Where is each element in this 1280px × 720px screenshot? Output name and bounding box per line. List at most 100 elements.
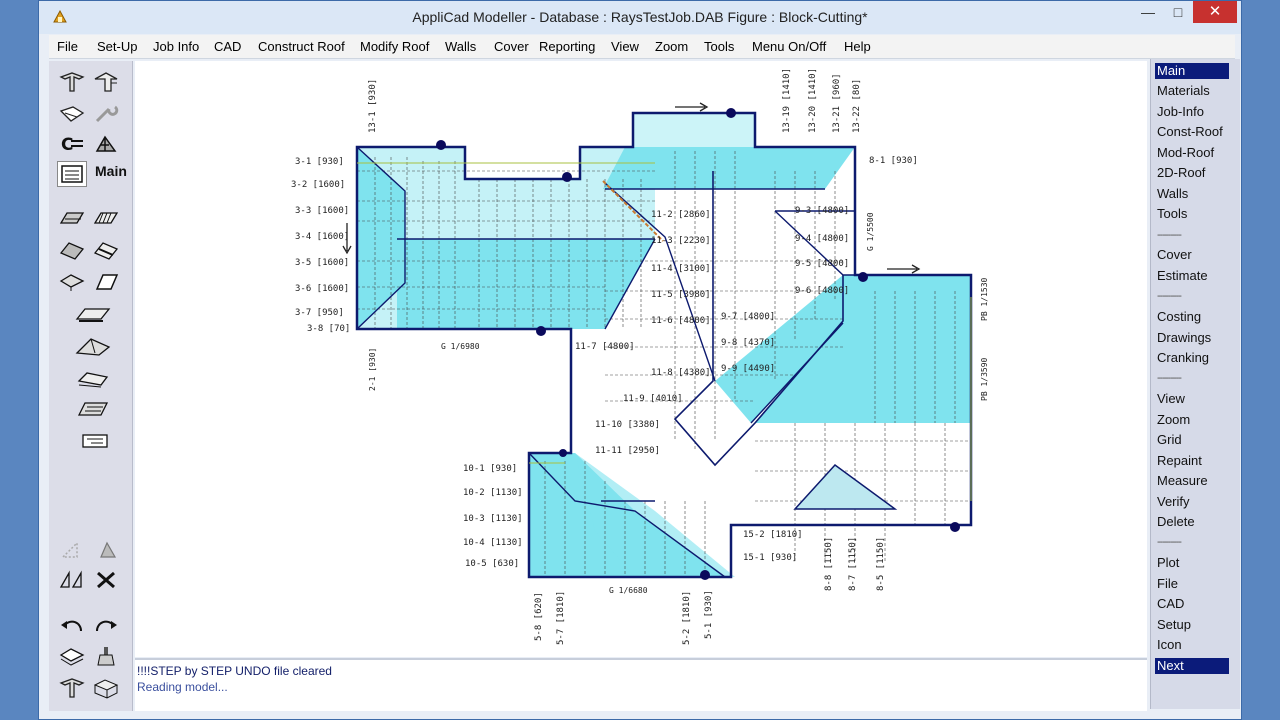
open-box-icon[interactable]	[91, 675, 121, 701]
sheet-icon[interactable]	[57, 101, 87, 127]
tool-palette: C Main	[49, 61, 133, 711]
cmd-repaint[interactable]: Repaint	[1155, 453, 1229, 469]
menu-zoom[interactable]: Zoom	[655, 39, 688, 54]
svg-text:3-5 [1600]: 3-5 [1600]	[295, 258, 349, 268]
wrench-icon[interactable]	[91, 101, 121, 127]
status-message: !!!!STEP by STEP UNDO file cleared	[137, 664, 332, 678]
cmd-cad[interactable]: CAD	[1155, 596, 1229, 612]
cmd-drawings[interactable]: Drawings	[1155, 330, 1229, 346]
menu-separator: ---------	[1157, 229, 1182, 241]
cmd-cranking[interactable]: Cranking	[1155, 350, 1229, 366]
valley-icon[interactable]	[73, 333, 113, 359]
cmd-main[interactable]: Main	[1155, 63, 1229, 79]
hip-triangle	[793, 463, 898, 510]
menu-separator: ---------	[1157, 372, 1182, 384]
profile-icon[interactable]	[73, 365, 113, 391]
cmd-2d-roof[interactable]: 2D-Roof	[1155, 165, 1229, 181]
flashing-icon[interactable]	[57, 269, 87, 295]
roof-plane-top-strip	[603, 147, 855, 189]
svg-text:5-1 [930]: 5-1 [930]	[704, 590, 714, 639]
roof-plane-icon[interactable]	[57, 237, 87, 263]
svg-text:5-2 [1810]: 5-2 [1810]	[682, 591, 692, 645]
hip-roof-icon[interactable]	[57, 69, 87, 95]
svg-text:G 1/5500: G 1/5500	[866, 212, 875, 251]
svg-text:11-9 [4010]: 11-9 [4010]	[623, 394, 683, 404]
close-button[interactable]: ✕	[1193, 1, 1237, 23]
ridge-icon[interactable]	[91, 237, 121, 263]
menu-help[interactable]: Help	[844, 39, 871, 54]
cmd-costing[interactable]: Costing	[1155, 309, 1229, 325]
menu-set-up[interactable]: Set-Up	[97, 39, 137, 54]
cmd-const-roof[interactable]: Const-Roof	[1155, 124, 1229, 140]
mirror-icon[interactable]	[57, 567, 87, 593]
cmd-verify[interactable]: Verify	[1155, 494, 1229, 510]
cmd-delete[interactable]: Delete	[1155, 514, 1229, 530]
title-bar: AppliCad Modeller - Database : RaysTestJ…	[39, 1, 1241, 34]
truss-icon[interactable]	[91, 131, 121, 157]
gutter-icon[interactable]	[73, 301, 113, 327]
menu-reporting[interactable]: Reporting	[539, 39, 595, 54]
menu-construct-roof[interactable]: Construct Roof	[258, 39, 345, 54]
svg-text:G 1/6980: G 1/6980	[441, 342, 480, 351]
svg-text:PB 1/3590: PB 1/3590	[980, 357, 989, 401]
redo-icon[interactable]	[91, 613, 121, 639]
roof-plane-left-ridge	[397, 239, 655, 329]
maximize-button[interactable]: □	[1163, 1, 1193, 23]
triangle-right-icon[interactable]	[91, 537, 121, 563]
svg-text:9-3 [4800]: 9-3 [4800]	[795, 206, 849, 216]
svg-text:3-8 [70]: 3-8 [70]	[307, 324, 350, 334]
gable-roof-icon[interactable]	[91, 69, 121, 95]
cmd-tools[interactable]: Tools	[1155, 206, 1229, 222]
cmd-mod-roof[interactable]: Mod-Roof	[1155, 145, 1229, 161]
menu-tools[interactable]: Tools	[704, 39, 734, 54]
brush-icon[interactable]	[91, 643, 121, 669]
svg-text:3-3 [1600]: 3-3 [1600]	[295, 206, 349, 216]
roof-plan-drawing[interactable]: 3-1 [930] 3-2 [1600] 3-3 [1600] 3-4 [160…	[135, 61, 1147, 657]
svg-text:10-4 [1130]: 10-4 [1130]	[463, 538, 523, 548]
main-label[interactable]: Main	[95, 163, 127, 179]
main-screen-icon[interactable]	[57, 161, 87, 187]
cmd-estimate[interactable]: Estimate	[1155, 268, 1229, 284]
menu-job-info[interactable]: Job Info	[153, 39, 199, 54]
cmd-plot[interactable]: Plot	[1155, 555, 1229, 571]
svg-text:9-4 [4800]: 9-4 [4800]	[795, 234, 849, 244]
cmd-view[interactable]: View	[1155, 391, 1229, 407]
menu-file[interactable]: File	[57, 39, 78, 54]
cmd-job-info[interactable]: Job-Info	[1155, 104, 1229, 120]
svg-text:13-20 [1410]: 13-20 [1410]	[808, 68, 818, 133]
cmd-file[interactable]: File	[1155, 576, 1229, 592]
menu-menu-on-off[interactable]: Menu On/Off	[752, 39, 826, 54]
triangle-left-icon[interactable]	[57, 537, 87, 563]
eave-icon[interactable]	[57, 205, 87, 231]
cmd-measure[interactable]: Measure	[1155, 473, 1229, 489]
cmd-setup[interactable]: Setup	[1155, 617, 1229, 633]
layers-icon[interactable]	[57, 643, 87, 669]
cmd-next[interactable]: Next	[1155, 658, 1229, 674]
cmd-walls[interactable]: Walls	[1155, 186, 1229, 202]
drawing-canvas[interactable]: 3-1 [930] 3-2 [1600] 3-3 [1600] 3-4 [160…	[135, 61, 1147, 657]
svg-text:PB 1/1530: PB 1/1530	[980, 277, 989, 321]
hip-roof-alt-icon[interactable]	[57, 675, 87, 701]
menu-cover[interactable]: Cover	[494, 39, 529, 54]
panel-icon[interactable]	[91, 269, 121, 295]
cmd-materials[interactable]: Materials	[1155, 83, 1229, 99]
menu-modify-roof[interactable]: Modify Roof	[360, 39, 429, 54]
menu-walls[interactable]: Walls	[445, 39, 476, 54]
menu-cad[interactable]: CAD	[214, 39, 241, 54]
svg-text:13-21 [960]: 13-21 [960]	[832, 73, 842, 133]
menu-separator: ---------	[1157, 290, 1182, 302]
measure-icon[interactable]	[73, 395, 113, 421]
batten-icon[interactable]	[91, 205, 121, 231]
cmd-icon[interactable]: Icon	[1155, 637, 1229, 653]
delete-icon[interactable]	[91, 567, 121, 593]
svg-text:11-8 [4380]: 11-8 [4380]	[651, 368, 711, 378]
cmd-zoom[interactable]: Zoom	[1155, 412, 1229, 428]
undo-icon[interactable]	[57, 613, 87, 639]
cutting-icon[interactable]: C	[57, 131, 87, 157]
svg-text:8-1 [930]: 8-1 [930]	[869, 156, 918, 166]
menu-view[interactable]: View	[611, 39, 639, 54]
template-icon[interactable]	[75, 427, 115, 453]
cmd-grid[interactable]: Grid	[1155, 432, 1229, 448]
cmd-cover[interactable]: Cover	[1155, 247, 1229, 263]
minimize-button[interactable]: —	[1133, 1, 1163, 23]
